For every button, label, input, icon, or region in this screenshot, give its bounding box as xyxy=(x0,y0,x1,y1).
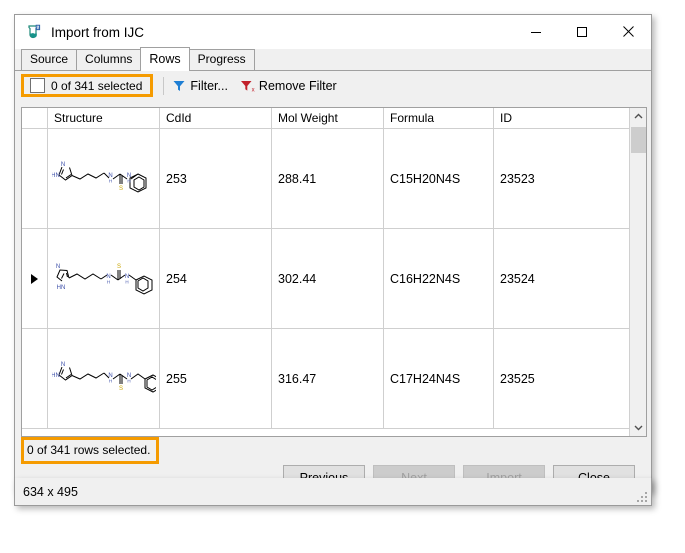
filter-label: Filter... xyxy=(190,79,228,93)
mol-weight-cell: 316.47 xyxy=(272,329,384,428)
close-button[interactable] xyxy=(605,15,651,48)
toolbar-separator xyxy=(163,77,164,95)
grid-header-mol-weight[interactable]: Mol Weight xyxy=(272,108,384,128)
svg-text:H: H xyxy=(127,378,130,383)
svg-text:HN: HN xyxy=(52,373,60,379)
window-controls xyxy=(513,15,651,48)
beaker-icon: W xyxy=(25,23,43,41)
scrollbar-thumb[interactable] xyxy=(631,127,646,153)
cdid-cell: 254 xyxy=(160,229,272,328)
maximize-icon xyxy=(576,26,588,38)
current-row-arrow-icon xyxy=(31,274,38,284)
formula-cell: C16H22N4S xyxy=(384,229,494,328)
tab-rows[interactable]: Rows xyxy=(140,47,189,71)
close-icon xyxy=(622,25,635,38)
title-bar: W Import from IJC xyxy=(15,15,651,49)
svg-text:HN: HN xyxy=(52,173,60,179)
window-title: Import from IJC xyxy=(51,25,144,40)
svg-text:H: H xyxy=(125,279,128,284)
tab-progress[interactable]: Progress xyxy=(189,49,255,70)
svg-text:H: H xyxy=(127,178,130,183)
table-row[interactable]: N HN N H N H S 255 316.47 C17H24N4S 2352… xyxy=(22,329,646,429)
tab-columns[interactable]: Columns xyxy=(76,49,141,70)
structure-cell: N HN N H N H S xyxy=(48,229,160,328)
grid-body: N HN N H N H S 253 288.41 C15H20N4S 2352… xyxy=(22,129,646,429)
svg-text:S: S xyxy=(118,386,122,392)
window-dimensions-text: 634 x 495 xyxy=(23,485,78,499)
structure-cell: N HN N H N H S xyxy=(48,129,160,228)
rows-selected-highlight: 0 of 341 rows selected. xyxy=(21,437,159,464)
grid-header-selector xyxy=(22,108,48,128)
grid-header-cdid[interactable]: CdId xyxy=(160,108,272,128)
filter-icon xyxy=(172,79,186,93)
mol-weight-cell: 288.41 xyxy=(272,129,384,228)
select-all-label: 0 of 341 selected xyxy=(51,79,142,93)
row-selector-cell[interactable] xyxy=(22,129,48,228)
import-dialog-window: W Import from IJC Source xyxy=(14,14,652,492)
rows-grid: Structure CdId Mol Weight Formula ID xyxy=(21,107,647,437)
table-row[interactable]: N HN N H N H S 253 288.41 C15H20N4S 2352… xyxy=(22,129,646,229)
svg-text:N: N xyxy=(55,264,59,270)
tab-bar: Source Columns Rows Progress xyxy=(15,49,651,71)
remove-filter-button[interactable]: x Remove Filter xyxy=(240,79,337,93)
status-line: 0 of 341 rows selected. xyxy=(21,439,159,461)
id-cell: 23524 xyxy=(494,229,630,328)
molecule-structure-icon: N HN N H N H S xyxy=(52,351,156,407)
chevron-down-icon xyxy=(634,424,643,431)
svg-text:N: N xyxy=(60,162,64,168)
svg-text:W: W xyxy=(36,25,41,30)
cdid-cell: 253 xyxy=(160,129,272,228)
svg-text:S: S xyxy=(118,186,122,192)
size-status-bar: 634 x 495 xyxy=(14,478,652,506)
minimize-button[interactable] xyxy=(513,15,559,48)
svg-text:HN: HN xyxy=(56,285,65,291)
remove-filter-icon: x xyxy=(240,79,255,93)
select-all-highlight: 0 of 341 selected xyxy=(21,74,153,97)
molecule-structure-icon: N HN N H N H S xyxy=(52,251,156,307)
formula-cell: C17H24N4S xyxy=(384,329,494,428)
tab-source[interactable]: Source xyxy=(21,49,77,70)
row-selector-cell[interactable] xyxy=(22,329,48,428)
svg-text:H: H xyxy=(108,178,111,183)
minimize-icon xyxy=(530,26,542,38)
remove-filter-label: Remove Filter xyxy=(259,79,337,93)
formula-cell: C15H20N4S xyxy=(384,129,494,228)
table-row[interactable]: N HN N H N H S 254 302.44 C16H22N4S 2352… xyxy=(22,229,646,329)
svg-text:H: H xyxy=(106,279,109,284)
molecule-structure-icon: N HN N H N H S xyxy=(52,151,156,207)
id-cell: 23523 xyxy=(494,129,630,228)
svg-text:x: x xyxy=(252,87,255,92)
row-selector-cell[interactable] xyxy=(22,229,48,328)
id-cell: 23525 xyxy=(494,329,630,428)
structure-cell: N HN N H N H S xyxy=(48,329,160,428)
grid-vertical-scrollbar[interactable] xyxy=(629,108,646,436)
filter-button[interactable]: Filter... xyxy=(172,79,228,93)
grid-header-structure[interactable]: Structure xyxy=(48,108,160,128)
select-all-checkbox[interactable] xyxy=(30,78,45,93)
scroll-down-button[interactable] xyxy=(630,419,646,436)
grid-header-row: Structure CdId Mol Weight Formula ID xyxy=(22,108,646,129)
grid-header-formula[interactable]: Formula xyxy=(384,108,494,128)
mol-weight-cell: 302.44 xyxy=(272,229,384,328)
svg-text:S: S xyxy=(116,264,120,270)
svg-text:N: N xyxy=(60,362,64,368)
maximize-button[interactable] xyxy=(559,15,605,48)
chevron-up-icon xyxy=(634,113,643,120)
rows-toolbar: 0 of 341 selected Filter... x Remove Fil… xyxy=(15,71,651,100)
svg-text:H: H xyxy=(108,378,111,383)
cdid-cell: 255 xyxy=(160,329,272,428)
scroll-up-button[interactable] xyxy=(630,108,646,125)
grid-header-id[interactable]: ID xyxy=(494,108,630,128)
rows-selected-text: 0 of 341 rows selected. xyxy=(27,443,150,457)
